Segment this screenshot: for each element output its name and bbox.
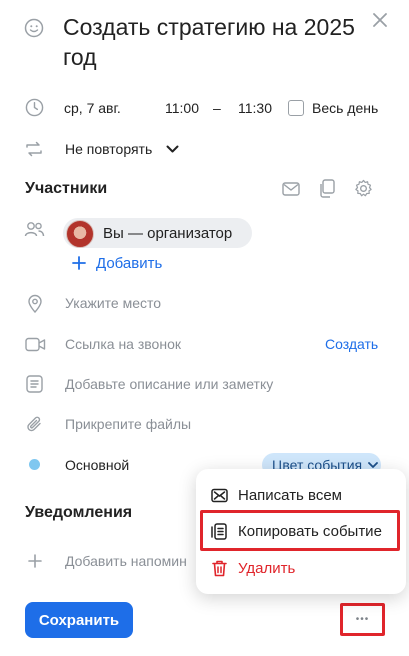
note-icon [26, 375, 43, 393]
location-pin-icon [27, 294, 43, 313]
calendar-color-dot [29, 459, 40, 470]
settings-gear-icon[interactable] [354, 179, 373, 198]
time-dash: – [213, 100, 221, 116]
copy-icon[interactable] [318, 179, 336, 198]
add-reminder-button[interactable]: Добавить напомин [65, 553, 187, 569]
plus-icon[interactable] [28, 554, 42, 568]
calendar-name[interactable]: Основной [65, 457, 129, 473]
attach-files-input[interactable]: Прикрепите файлы [65, 416, 191, 432]
highlight-box [200, 510, 400, 551]
more-options-button[interactable]: ••• [340, 603, 385, 636]
event-title[interactable]: Создать стратегию на 2025 год [63, 12, 363, 72]
avatar [66, 220, 94, 248]
start-time-field[interactable]: 11:00 [165, 100, 199, 116]
menu-item-label: Удалить [238, 559, 296, 577]
clock-icon [25, 98, 44, 117]
save-button[interactable]: Сохранить [25, 602, 133, 638]
menu-item-delete[interactable]: Удалить [196, 550, 406, 586]
add-participant-button[interactable]: Добавить [96, 255, 162, 272]
more-dots-icon: ••• [355, 614, 370, 625]
video-camera-icon [25, 337, 46, 352]
close-icon[interactable] [372, 12, 390, 30]
create-call-link-button[interactable]: Создать [325, 336, 378, 352]
end-time-field[interactable]: 11:30 [238, 100, 272, 116]
all-day-checkbox[interactable] [288, 100, 304, 116]
mail-icon[interactable] [282, 181, 300, 197]
repeat-dropdown[interactable]: Не повторять [65, 141, 152, 157]
mail-all-icon [210, 486, 228, 504]
trash-icon [210, 559, 228, 577]
date-field[interactable]: ср, 7 авг. [64, 100, 121, 116]
paperclip-icon [26, 415, 44, 434]
repeat-icon [24, 140, 44, 158]
menu-item-label: Написать всем [238, 486, 342, 504]
notifications-title: Уведомления [25, 504, 133, 521]
people-icon [24, 221, 45, 238]
emoji-icon[interactable] [24, 18, 44, 38]
description-input[interactable]: Добавьте описание или заметку [65, 376, 273, 392]
organizer-label: Вы — организатор [103, 225, 233, 242]
chevron-down-icon[interactable] [166, 145, 179, 154]
all-day-label[interactable]: Весь день [312, 100, 378, 116]
menu-item-write-all[interactable]: Написать всем [196, 477, 406, 513]
chevron-down-icon [368, 461, 379, 469]
participants-title: Участники [25, 180, 108, 197]
plus-icon[interactable] [72, 256, 86, 270]
call-link-input[interactable]: Ссылка на звонок [65, 336, 181, 352]
location-input[interactable]: Укажите место [65, 295, 161, 311]
